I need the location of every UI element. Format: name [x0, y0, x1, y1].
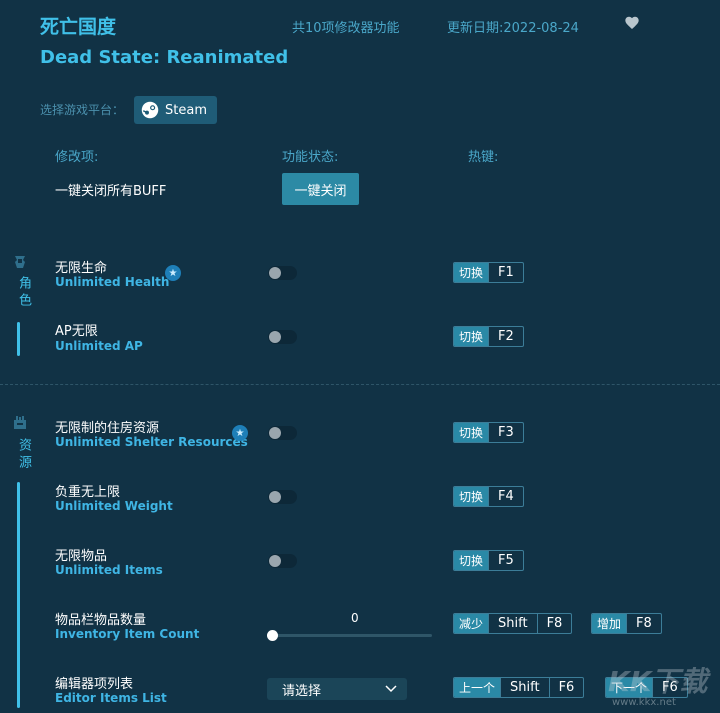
game-title-cn: 死亡国度 — [40, 16, 117, 38]
hotkey-f5[interactable]: 切换 F5 — [453, 550, 524, 571]
hotkey-modifier: Shift — [500, 678, 549, 697]
hotkey-key: F8 — [536, 614, 572, 633]
item-label-cn: 无限生命 — [55, 261, 108, 276]
hotkey-action: 切换 — [454, 551, 489, 570]
column-hotkey-header: 热键: — [468, 150, 499, 165]
unlimited-weight-toggle[interactable] — [268, 490, 297, 504]
item-label-cn: 无限物品 — [55, 549, 108, 564]
watermark-url: www.kkx.net — [612, 697, 676, 708]
unlimited-health-toggle[interactable] — [268, 266, 297, 280]
hotkey-action: 增加 — [592, 614, 627, 633]
item-label-en: Inventory Item Count — [55, 627, 200, 641]
hotkey-key: F5 — [488, 551, 523, 570]
disable-all-label: 一键关闭所有BUFF — [55, 184, 167, 199]
hotkey-increase[interactable]: 增加 F8 — [591, 613, 662, 634]
inventory-count-slider[interactable] — [272, 634, 432, 637]
disable-all-button[interactable]: 一键关闭 — [282, 173, 359, 205]
slider-value: 0 — [351, 611, 359, 625]
resource-icon — [14, 416, 26, 429]
column-item-header: 修改项: — [55, 150, 99, 165]
hotkey-action: 减少 — [454, 614, 489, 633]
item-label-en: Editor Items List — [55, 691, 167, 705]
item-label-en: Unlimited Shelter Resources — [55, 435, 248, 449]
category-resource-label: 资源 — [16, 438, 31, 472]
item-label-en: Unlimited Health — [55, 275, 170, 289]
steam-button-label: Steam — [165, 102, 207, 118]
hotkey-modifier: Shift — [488, 614, 537, 633]
hotkey-key: F8 — [626, 614, 661, 633]
select-placeholder: 请选择 — [282, 683, 322, 699]
chevron-down-icon — [385, 685, 397, 693]
item-label-en: Unlimited Items — [55, 563, 163, 577]
editor-items-select[interactable]: 请选择 — [267, 678, 407, 700]
hotkey-f3[interactable]: 切换 F3 — [453, 422, 524, 443]
item-label-en: Unlimited Weight — [55, 499, 173, 513]
item-label-cn: 无限制的住房资源 — [55, 421, 160, 436]
steam-platform-button[interactable]: Steam — [134, 96, 217, 124]
unlimited-ap-toggle[interactable] — [268, 330, 297, 344]
hotkey-action: 切换 — [454, 263, 489, 282]
category-divider — [0, 384, 720, 385]
hotkey-key: F2 — [488, 327, 523, 346]
hotkey-key: F6 — [548, 678, 584, 697]
item-label-cn: AP无限 — [55, 324, 98, 339]
character-icon — [15, 256, 25, 268]
item-label-cn: 负重无上限 — [55, 485, 121, 500]
feature-count: 共10项修改器功能 — [292, 21, 400, 36]
hotkey-f2[interactable]: 切换 F2 — [453, 326, 524, 347]
hotkey-action: 切换 — [454, 423, 489, 442]
hotkey-key: F1 — [488, 263, 523, 282]
category-character-label: 角色 — [16, 276, 31, 310]
hotkey-f1[interactable]: 切换 F1 — [453, 262, 524, 283]
platform-label: 选择游戏平台： — [40, 103, 125, 117]
steam-icon — [141, 101, 159, 119]
item-label-cn: 物品栏物品数量 — [55, 613, 147, 628]
hotkey-key: F4 — [488, 487, 523, 506]
hotkey-action: 切换 — [454, 487, 489, 506]
star-icon: ★ — [232, 425, 248, 441]
game-title-en: Dead State: Reanimated — [40, 47, 289, 68]
hotkey-action: 上一个 — [454, 678, 501, 697]
star-icon: ★ — [165, 265, 181, 281]
hotkey-decrease[interactable]: 减少 Shift F8 — [453, 613, 573, 634]
watermark-logo: KK下载 — [608, 665, 708, 698]
update-date: 更新日期:2022-08-24 — [447, 21, 579, 36]
heart-icon[interactable] — [624, 15, 640, 31]
hotkey-previous[interactable]: 上一个 Shift F6 — [453, 677, 585, 698]
item-label-en: Unlimited AP — [55, 339, 143, 353]
hotkey-key: F3 — [488, 423, 523, 442]
category-resource-bar — [17, 482, 20, 708]
slider-thumb[interactable] — [267, 630, 278, 641]
unlimited-items-toggle[interactable] — [268, 554, 297, 568]
item-label-cn: 编辑器项列表 — [55, 677, 134, 692]
hotkey-f4[interactable]: 切换 F4 — [453, 486, 524, 507]
unlimited-shelter-resources-toggle[interactable] — [268, 426, 297, 440]
category-character-bar — [17, 322, 20, 356]
hotkey-action: 切换 — [454, 327, 489, 346]
column-status-header: 功能状态: — [282, 150, 339, 165]
